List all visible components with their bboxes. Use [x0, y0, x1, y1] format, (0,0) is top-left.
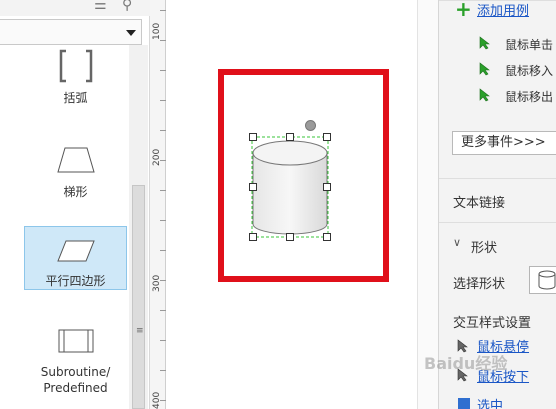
event-item[interactable]: 鼠标移出 — [505, 88, 553, 105]
selected-icon — [458, 398, 470, 409]
shape-select-button[interactable] — [529, 266, 556, 294]
mouse-leave-icon — [479, 88, 490, 102]
shape-section-title: 形状 — [471, 241, 498, 256]
interaction-style-title: 交互样式设置 — [453, 316, 532, 331]
widget-trapezoid[interactable]: 梯形 — [24, 144, 127, 208]
ruler-label: 400 — [152, 391, 162, 409]
click-event-icon — [479, 36, 490, 50]
event-item[interactable]: 鼠标移入 — [505, 62, 553, 79]
menu-icon[interactable]: ☰ — [94, 0, 107, 13]
resize-handle[interactable] — [323, 233, 331, 241]
bracket-icon — [59, 49, 92, 83]
select-shape-label: 选择形状 — [453, 277, 506, 292]
widget-library-panel: ☰ ⚲ 括弧 梯形 平行四边形 Subroutine/ Predefined ≡ — [0, 0, 150, 409]
widget-label: 括弧 — [63, 91, 88, 105]
rotate-handle[interactable] — [305, 120, 316, 131]
ruler-label: 300 — [152, 274, 162, 292]
more-events-button[interactable]: 更多事件>>> — [452, 131, 556, 155]
cylinder-icon — [538, 270, 556, 290]
resize-handle[interactable] — [323, 133, 331, 141]
watermark: Baidu经验 — [424, 354, 508, 373]
plus-icon[interactable]: + — [455, 0, 472, 21]
canvas-scroll-edge — [417, 0, 438, 409]
library-dropdown[interactable] — [0, 19, 142, 45]
resize-handle[interactable] — [286, 133, 294, 141]
vertical-ruler: 100 200 300 400 — [150, 0, 166, 409]
library-scrollbar-thumb[interactable]: ≡ — [132, 185, 145, 409]
interaction-panel: + 添加用例 鼠标单击 鼠标移入 鼠标移出 更多事件>>> 文本链接 ∨ 形状 … — [438, 0, 556, 409]
add-case-link[interactable]: 添加用例 — [477, 0, 529, 19]
text-link-label[interactable]: 文本链接 — [453, 192, 505, 211]
widget-bracket[interactable]: 括弧 — [24, 48, 127, 112]
cylinder-shape[interactable] — [251, 136, 329, 238]
widget-label: 梯形 — [63, 185, 88, 199]
grip-icon: ≡ — [136, 326, 143, 336]
widget-subroutine[interactable]: Subroutine/ Predefined — [24, 326, 127, 406]
library-toolbar: ☰ ⚲ — [0, 0, 150, 16]
chevron-down-icon[interactable] — [126, 30, 136, 36]
resize-handle[interactable] — [286, 233, 294, 241]
event-item[interactable]: 鼠标单击 — [505, 36, 553, 53]
parallelogram-icon — [56, 240, 95, 262]
widget-label: Subroutine/ Predefined — [40, 365, 111, 395]
resize-handle[interactable] — [249, 183, 257, 191]
resize-handle[interactable] — [249, 133, 257, 141]
widget-label: 平行四边形 — [45, 274, 106, 288]
search-icon[interactable]: ⚲ — [122, 0, 132, 13]
subroutine-icon — [58, 329, 93, 353]
ruler-label: 200 — [152, 148, 162, 166]
widget-parallelogram[interactable]: 平行四边形 — [24, 226, 127, 290]
resize-handle[interactable] — [249, 233, 257, 241]
mouse-enter-icon — [479, 62, 490, 76]
chevron-down-icon[interactable]: ∨ — [453, 236, 461, 249]
trapezoid-icon — [56, 147, 95, 173]
ruler-label: 100 — [152, 22, 162, 40]
selected-style-link[interactable]: 选中 — [477, 395, 503, 409]
resize-handle[interactable] — [323, 183, 331, 191]
